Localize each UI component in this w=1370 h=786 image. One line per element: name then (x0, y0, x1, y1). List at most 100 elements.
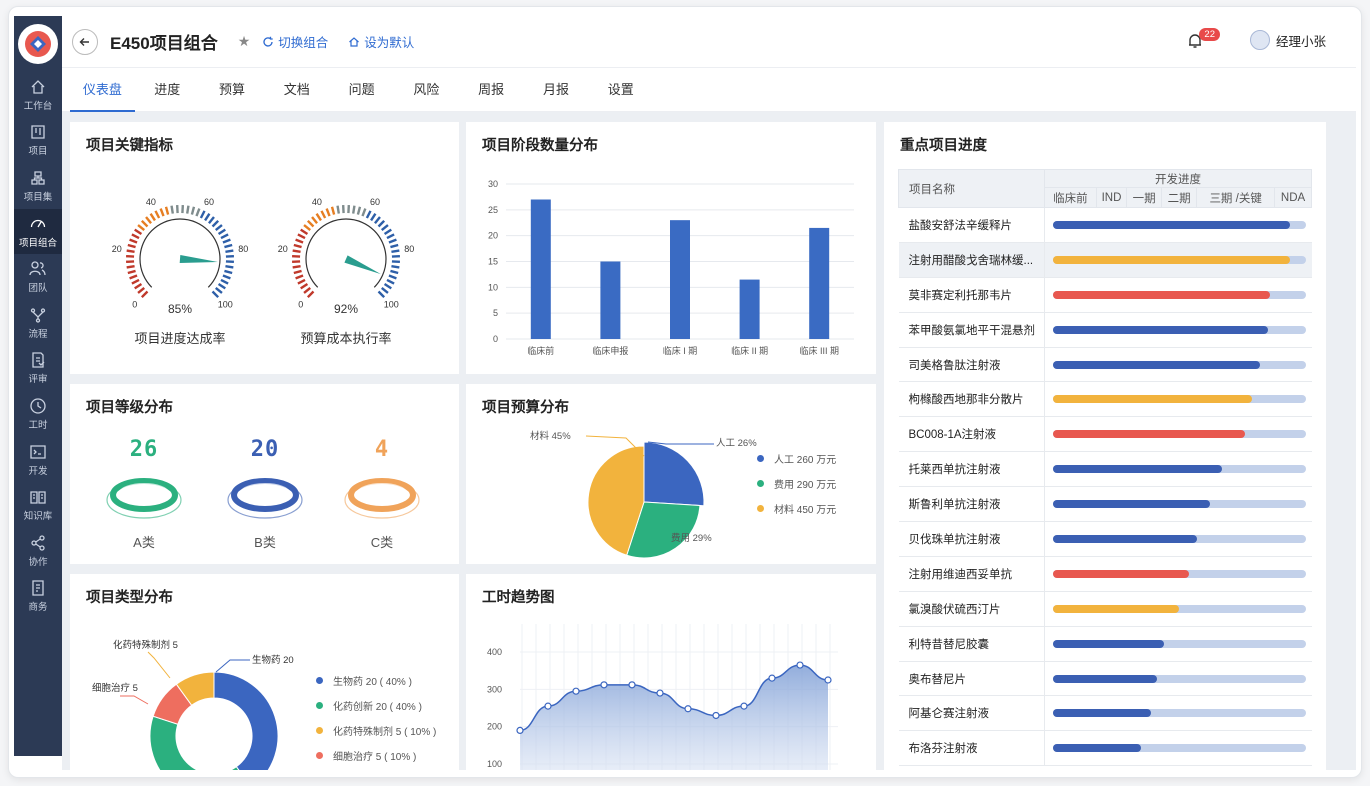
tab-3[interactable]: 文档 (264, 68, 329, 112)
table-row[interactable]: 斯鲁利单抗注射液 (898, 486, 1312, 523)
project-name[interactable]: 司美格鲁肽注射液 (898, 347, 1045, 383)
project-name[interactable]: 氯溴酸伏硫西汀片 (898, 591, 1045, 627)
table-row[interactable]: 注射用维迪西妥单抗 (898, 556, 1312, 592)
data-point[interactable] (740, 702, 748, 710)
gauge-tick (222, 238, 231, 244)
data-point[interactable] (628, 681, 636, 689)
table-row[interactable]: 苯甲酸氨氯地平干混悬剂 (898, 312, 1312, 348)
bar[interactable] (739, 279, 760, 339)
tab-8[interactable]: 设置 (588, 68, 653, 112)
bar[interactable] (670, 220, 690, 339)
project-name[interactable]: 利特昔替尼胶囊 (898, 626, 1045, 662)
project-name[interactable]: 布洛芬注射液 (898, 730, 1045, 767)
data-point[interactable] (572, 687, 580, 695)
icon-glyph (32, 352, 45, 369)
table-row[interactable]: 司美格鲁肽注射液 (898, 347, 1312, 383)
data-point[interactable] (544, 702, 552, 710)
gauge-tick-label: 100 (384, 299, 399, 309)
table-row[interactable]: 布洛芬注射液 (898, 730, 1312, 767)
legend-item[interactable]: 化药创新 20 ( 40% ) (316, 693, 436, 718)
user-menu[interactable]: 经理小张 (1249, 30, 1326, 50)
progress-track (1053, 430, 1306, 439)
data-point[interactable] (600, 681, 608, 689)
data-point[interactable] (796, 661, 804, 669)
bar[interactable] (530, 199, 551, 340)
data-point[interactable] (516, 726, 524, 734)
table-row[interactable]: 奥布替尼片 (898, 661, 1312, 697)
project-name[interactable]: 贝伐珠单抗注射液 (898, 521, 1045, 557)
sidebar-item-8[interactable]: 开发 (14, 437, 62, 483)
project-name[interactable]: 阿基仑赛注射液 (898, 695, 1045, 732)
sidebar-item-10[interactable]: 协作 (14, 528, 62, 574)
legend-item[interactable]: 化药特殊制剂 5 ( 10% ) (316, 718, 436, 743)
tab-2[interactable]: 预算 (200, 68, 265, 112)
sidebar-item-3[interactable]: 项目组合 (14, 208, 62, 255)
sidebar-item-1[interactable]: 项目 (14, 118, 62, 164)
table-row[interactable]: 枸橼酸西地那非分散片 (898, 381, 1312, 418)
gauge-tick (220, 233, 229, 240)
legend-item[interactable]: 生物药 20 ( 40% ) (316, 668, 436, 693)
app-logo[interactable] (14, 16, 62, 72)
gauge-tick (315, 213, 322, 222)
project-name[interactable]: 注射用维迪西妥单抗 (898, 556, 1045, 592)
sidebar-item-2[interactable]: 项目集 (14, 163, 62, 209)
progress-cell (1044, 486, 1312, 523)
project-name[interactable]: 奥布替尼片 (898, 661, 1045, 697)
table-row[interactable]: 盐酸安舒法辛缓释片 (898, 207, 1312, 243)
pie-slice[interactable] (643, 441, 705, 507)
switch-portfolio-link[interactable]: 切换组合 (262, 32, 328, 51)
project-name[interactable]: BC008-1A注射液 (898, 416, 1045, 453)
project-name[interactable]: 盐酸安舒法辛缓释片 (898, 207, 1045, 243)
table-row[interactable]: 阿基仑赛注射液 (898, 695, 1312, 732)
tab-5[interactable]: 风险 (394, 68, 459, 112)
legend-item[interactable]: 材料 450 万元 (757, 496, 836, 521)
tab-6[interactable]: 周报 (459, 68, 524, 112)
sidebar-item-7[interactable]: 工时 (14, 391, 62, 437)
table-row[interactable]: 莫非赛定利托那韦片 (898, 277, 1312, 313)
data-point[interactable] (656, 689, 664, 697)
back-button[interactable] (72, 28, 98, 55)
project-name[interactable]: 莫非赛定利托那韦片 (898, 277, 1045, 313)
sidebar-item-0[interactable]: 工作台 (14, 72, 62, 118)
gauge-2-value: 92% (333, 302, 359, 316)
tab-1[interactable]: 进度 (135, 68, 200, 112)
data-point[interactable] (712, 711, 720, 720)
project-name[interactable]: 苯甲酸氨氯地平干混悬剂 (898, 312, 1045, 348)
sidebar-item-11[interactable]: 商务 (14, 574, 62, 620)
gauge-tick (365, 210, 372, 219)
donut-slice[interactable] (149, 715, 252, 770)
hours-card: 工时趋势图 100 200 300 400 (466, 574, 876, 770)
bar[interactable] (600, 261, 621, 340)
project-name[interactable]: 注射用醋酸戈舍瑞林缓... (898, 242, 1045, 278)
tab-4[interactable]: 问题 (329, 68, 394, 112)
sidebar-item-4[interactable]: 团队 (14, 254, 62, 300)
sidebar-item-6[interactable]: 评审 (14, 346, 62, 392)
project-name[interactable]: 斯鲁利单抗注射液 (898, 486, 1045, 523)
tab-7[interactable]: 月报 (524, 68, 589, 112)
sidebar-item-5[interactable]: 流程 (14, 300, 62, 346)
table-row[interactable]: 托莱西单抗注射液 (898, 451, 1312, 488)
sidebar-item-9[interactable]: 知识库 (14, 482, 62, 528)
legend-item[interactable]: 人工 260 万元 (757, 446, 836, 471)
project-name[interactable]: 枸橼酸西地那非分散片 (898, 381, 1045, 418)
data-point[interactable] (824, 676, 832, 684)
legend-item[interactable]: 细胞治疗 5 ( 10% ) (316, 743, 436, 768)
table-row[interactable]: 注射用醋酸戈舍瑞林缓... (898, 242, 1312, 278)
table-row[interactable]: 氯溴酸伏硫西汀片 (898, 591, 1312, 627)
gauge-arc (139, 218, 221, 288)
table-row[interactable]: 利特昔替尼胶囊 (898, 626, 1312, 662)
favorite-star-icon[interactable]: ★ (238, 33, 251, 50)
donut-slice[interactable] (213, 671, 279, 770)
level-ring-0 (106, 478, 182, 519)
project-name[interactable]: 托莱西单抗注射液 (898, 451, 1045, 488)
data-point[interactable] (684, 705, 692, 713)
tab-0[interactable]: 仪表盘 (70, 68, 135, 112)
bar[interactable] (809, 227, 830, 339)
set-default-link[interactable]: 设为默认 (348, 32, 414, 51)
kpi-card: 项目关键指标 0 20 40 60 80 100 0 20 40 60 80 100 85% 92% … (70, 122, 459, 374)
table-row[interactable]: 贝伐珠单抗注射液 (898, 521, 1312, 557)
table-row[interactable]: BC008-1A注射液 (898, 416, 1312, 453)
gauge-tick (300, 228, 309, 235)
data-point[interactable] (768, 674, 776, 682)
legend-item[interactable]: 费用 290 万元 (757, 471, 836, 496)
